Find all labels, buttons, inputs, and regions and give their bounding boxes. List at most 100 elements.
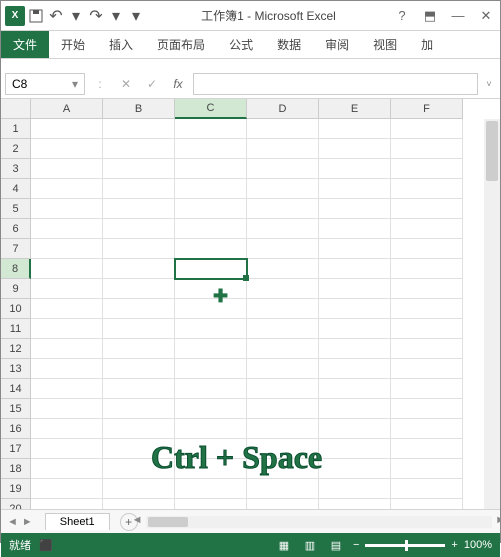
qat-dropdown-icon-2[interactable]: ▾ <box>107 7 125 25</box>
cell[interactable] <box>319 359 391 379</box>
col-header-a[interactable]: A <box>31 99 103 119</box>
cell[interactable] <box>319 439 391 459</box>
cell[interactable] <box>319 419 391 439</box>
cell[interactable] <box>175 399 247 419</box>
cell[interactable] <box>247 479 319 499</box>
col-header-b[interactable]: B <box>103 99 175 119</box>
row-header[interactable]: 20 <box>1 499 31 509</box>
cell[interactable] <box>31 499 103 509</box>
zoom-slider[interactable] <box>365 544 445 547</box>
sheet-tab-sheet1[interactable]: Sheet1 <box>45 513 110 530</box>
row-header[interactable]: 2 <box>1 139 31 159</box>
cell[interactable] <box>319 299 391 319</box>
cell[interactable] <box>319 479 391 499</box>
cell[interactable] <box>247 339 319 359</box>
cell[interactable] <box>247 459 319 479</box>
cell[interactable] <box>319 499 391 509</box>
cell[interactable] <box>319 139 391 159</box>
cell[interactable] <box>31 299 103 319</box>
cell[interactable] <box>103 479 175 499</box>
cell[interactable] <box>175 299 247 319</box>
row-header[interactable]: 9 <box>1 279 31 299</box>
cell[interactable] <box>31 279 103 299</box>
cell[interactable] <box>391 499 463 509</box>
cell[interactable] <box>247 239 319 259</box>
cell[interactable] <box>175 119 247 139</box>
close-button[interactable]: ✕ <box>476 8 496 24</box>
cell[interactable] <box>391 139 463 159</box>
row-header[interactable]: 11 <box>1 319 31 339</box>
cell[interactable] <box>103 439 175 459</box>
cell[interactable] <box>319 219 391 239</box>
cell[interactable] <box>319 159 391 179</box>
cell[interactable] <box>391 199 463 219</box>
cell[interactable] <box>319 379 391 399</box>
help-button[interactable]: ? <box>392 8 412 24</box>
cell[interactable] <box>103 299 175 319</box>
row-header[interactable]: 7 <box>1 239 31 259</box>
cell[interactable] <box>391 459 463 479</box>
col-header-e[interactable]: E <box>319 99 391 119</box>
cell[interactable] <box>247 379 319 399</box>
cell[interactable] <box>175 159 247 179</box>
row-header[interactable]: 3 <box>1 159 31 179</box>
cell[interactable] <box>391 159 463 179</box>
col-header-c[interactable]: C <box>175 99 247 119</box>
cell[interactable] <box>103 179 175 199</box>
cell[interactable] <box>247 259 319 279</box>
cell[interactable] <box>391 299 463 319</box>
cell[interactable] <box>31 239 103 259</box>
sheet-nav-left-icon[interactable]: ◄ <box>7 516 18 528</box>
row-header[interactable]: 15 <box>1 399 31 419</box>
row-header[interactable]: 17 <box>1 439 31 459</box>
cell[interactable] <box>103 279 175 299</box>
cell[interactable] <box>103 339 175 359</box>
cell[interactable] <box>103 399 175 419</box>
cell[interactable] <box>319 259 391 279</box>
cell[interactable] <box>247 319 319 339</box>
cell[interactable] <box>319 179 391 199</box>
row-header[interactable]: 16 <box>1 419 31 439</box>
cell[interactable] <box>319 239 391 259</box>
cell[interactable] <box>247 119 319 139</box>
cell[interactable] <box>247 359 319 379</box>
cell[interactable] <box>247 159 319 179</box>
view-page-layout-button[interactable]: ▥ <box>301 537 319 553</box>
cell[interactable] <box>31 379 103 399</box>
cell[interactable] <box>247 399 319 419</box>
cell[interactable] <box>31 479 103 499</box>
cell[interactable] <box>247 279 319 299</box>
cell[interactable] <box>31 339 103 359</box>
cell[interactable] <box>31 319 103 339</box>
horizontal-scrollbar[interactable]: ◄ ► <box>146 516 492 528</box>
cell[interactable] <box>319 119 391 139</box>
col-header-f[interactable]: F <box>391 99 463 119</box>
ribbon-display-button[interactable]: ⬒ <box>420 8 440 24</box>
zoom-slider-knob[interactable] <box>405 540 408 551</box>
cell[interactable] <box>175 179 247 199</box>
cell[interactable] <box>247 299 319 319</box>
tab-formulas[interactable]: 公式 <box>217 31 265 58</box>
row-header[interactable]: 5 <box>1 199 31 219</box>
cell[interactable] <box>103 379 175 399</box>
cell[interactable] <box>391 339 463 359</box>
cell[interactable] <box>391 219 463 239</box>
cell[interactable] <box>175 219 247 239</box>
cell[interactable] <box>391 279 463 299</box>
row-header[interactable]: 14 <box>1 379 31 399</box>
cell[interactable] <box>103 419 175 439</box>
cell[interactable] <box>31 399 103 419</box>
cell[interactable] <box>247 139 319 159</box>
view-normal-button[interactable]: ▦ <box>275 537 293 553</box>
cell[interactable] <box>391 419 463 439</box>
cell[interactable] <box>31 419 103 439</box>
tab-more[interactable]: 加 <box>409 31 445 58</box>
cell[interactable] <box>31 179 103 199</box>
cell[interactable] <box>175 339 247 359</box>
hscroll-left-icon[interactable]: ◄ <box>132 514 143 526</box>
row-header[interactable]: 19 <box>1 479 31 499</box>
cell[interactable] <box>175 479 247 499</box>
cell[interactable] <box>31 199 103 219</box>
cell[interactable] <box>103 259 175 279</box>
cell[interactable] <box>31 439 103 459</box>
